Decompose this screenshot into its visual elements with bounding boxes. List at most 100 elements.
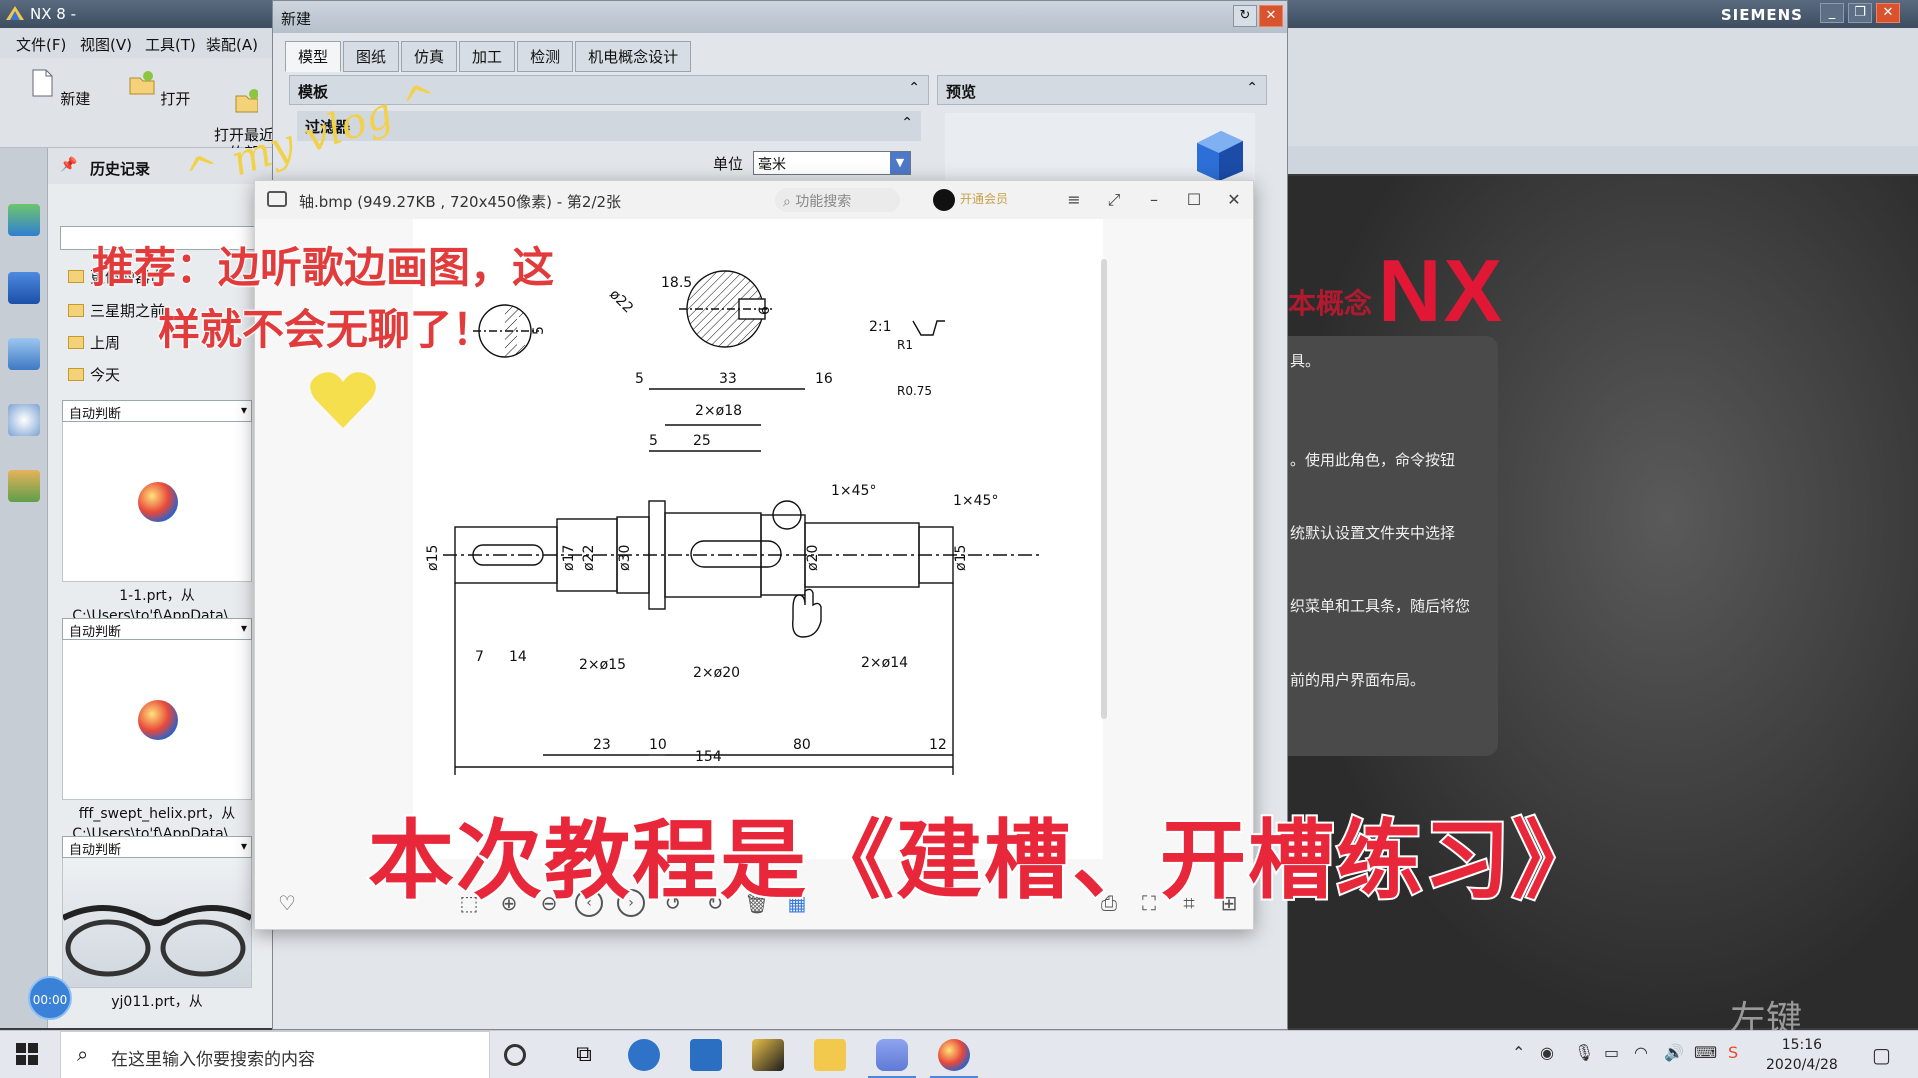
open-button[interactable]: 打开	[124, 68, 194, 109]
favorite-icon[interactable]: ♡	[273, 889, 301, 917]
photo-viewer-icon[interactable]	[868, 1039, 916, 1078]
drawing-image: 18.5 ø22 6 5 2:1 R1 R0.75 5 33 16 2×ø18 …	[413, 219, 1103, 859]
notification-icon[interactable]: ▢	[1872, 1043, 1891, 1067]
menu-view[interactable]: 视图(V)	[80, 34, 132, 55]
nx-concept-text: 本概念	[1288, 287, 1373, 320]
tab-inspection[interactable]: 检测	[517, 41, 574, 72]
recording-timer[interactable]: 00:00	[28, 976, 72, 1020]
dim-phi22-section: ø22	[606, 287, 636, 317]
avatar[interactable]	[933, 189, 955, 211]
history-card[interactable]: 自动判断 fff_swept_helix.prt，从 C:\Users\to'f…	[62, 618, 252, 844]
microphone-icon[interactable]: 🎙	[1574, 1043, 1594, 1062]
ribbon-right	[1288, 28, 1918, 174]
history-folder[interactable]: 上周	[68, 332, 120, 358]
tab-model[interactable]: 模型	[285, 41, 342, 72]
vip-badge[interactable]: 开通会员	[960, 190, 1008, 207]
roles-icon[interactable]	[8, 470, 40, 502]
tray-expand-icon[interactable]: ⌃	[1512, 1043, 1525, 1062]
preview-label: 预览	[946, 83, 977, 101]
shaft-drawing: 18.5 ø22 6 5 2:1 R1 R0.75 5 33 16 2×ø18 …	[425, 270, 1043, 775]
edge-icon[interactable]	[628, 1039, 660, 1071]
keyboard-icon[interactable]: ⌨	[1694, 1043, 1717, 1062]
clock-date: 2020/4/28	[1766, 1057, 1838, 1073]
collapse-icon[interactable]: ⌃	[908, 80, 920, 96]
nx-taskbar-icon[interactable]	[930, 1039, 978, 1078]
menu-tools[interactable]: 工具(T)	[145, 34, 196, 55]
restore-button[interactable]: ❐	[1848, 3, 1872, 23]
network-icon[interactable]: ◠	[1634, 1043, 1648, 1062]
info-line: 具。	[1290, 352, 1321, 370]
dim-5-second: 5	[649, 433, 658, 449]
folder-icon	[68, 270, 84, 283]
preview-section-header[interactable]: 预览 ⌃	[937, 75, 1267, 105]
open-label: 打开	[160, 90, 191, 108]
collapse-icon[interactable]: ⌃	[1246, 80, 1258, 96]
close-button[interactable]: ✕	[1876, 3, 1900, 23]
minimize-icon[interactable]: –	[1143, 189, 1165, 211]
tab-drawing[interactable]: 图纸	[343, 41, 400, 72]
windows-start-icon[interactable]	[16, 1043, 38, 1065]
dim-10: 10	[649, 737, 667, 753]
pen-tool-icon[interactable]	[752, 1039, 784, 1071]
feature-search-field[interactable]: ⌕ 功能搜索	[775, 188, 900, 212]
clock[interactable]: 15:16 2020/4/28	[1766, 1035, 1838, 1075]
input-method-icon[interactable]: S	[1728, 1043, 1738, 1062]
card-caption: yj011.prt，从	[111, 994, 203, 1010]
tab-mechatronics[interactable]: 机电概念设计	[575, 41, 692, 72]
dim-33: 33	[719, 371, 737, 387]
dim-phi22: ø22	[581, 545, 597, 571]
battery-icon[interactable]: ▭	[1604, 1043, 1619, 1062]
cortana-icon[interactable]	[504, 1044, 526, 1066]
nx-logo: NX	[1378, 241, 1505, 340]
task-view-icon[interactable]: ⧉	[568, 1039, 600, 1071]
dim-2x-phi15: 2×ø15	[579, 657, 626, 673]
history-clock-icon[interactable]	[8, 404, 40, 436]
minimize-button[interactable]: _	[1820, 3, 1844, 23]
card-dropdown[interactable]: 自动判断	[62, 400, 252, 422]
menu-bar: 文件(F) 视图(V) 工具(T) 装配(A)	[0, 28, 272, 58]
taskbar-search[interactable]: ⌕ 在这里输入你要搜索的内容	[60, 1031, 490, 1078]
new-file-icon	[32, 69, 53, 97]
info-line: 统默认设置文件夹中选择	[1290, 524, 1456, 542]
history-card[interactable]: 自动判断 yj011.prt，从	[61, 836, 253, 1012]
dim-phi30: ø30	[617, 545, 633, 571]
recommend-line-2: 样就不会无聊了！	[157, 304, 495, 355]
card-thumbnail[interactable]	[62, 422, 252, 582]
tab-manufacturing[interactable]: 加工	[459, 41, 516, 72]
taskbar: ⌕ 在这里输入你要搜索的内容 ⧉ ⌃ ◉ 🎙 ▭ ◠ 🔊 ⌨ S 15:16 2…	[0, 1030, 1918, 1078]
card-thumbnail[interactable]	[62, 640, 252, 800]
menu-file[interactable]: 文件(F)	[16, 34, 66, 55]
fullscreen-icon[interactable]: ⤢	[1103, 189, 1125, 211]
constraint-navigator-icon[interactable]	[8, 272, 40, 304]
reset-icon[interactable]: ↻	[1233, 5, 1257, 27]
tab-simulation[interactable]: 仿真	[401, 41, 458, 72]
volume-icon[interactable]: 🔊	[1664, 1043, 1684, 1062]
dim-r1: R1	[897, 338, 913, 352]
taskbar-search-text: 在这里输入你要搜索的内容	[111, 1050, 315, 1070]
scrollbar[interactable]	[1101, 259, 1107, 719]
units-select[interactable]: 毫米 ▼	[753, 151, 911, 175]
siemens-brand: SIEMENS	[1720, 6, 1803, 24]
part-navigator-icon[interactable]	[8, 338, 40, 370]
close-icon[interactable]: ✕	[1223, 189, 1245, 211]
collapse-icon[interactable]: ⌃	[901, 115, 913, 131]
dropdown-arrow-icon[interactable]: ▼	[890, 152, 910, 174]
file-explorer-icon[interactable]	[814, 1039, 846, 1071]
menu-assembly[interactable]: 装配(A)	[206, 34, 258, 55]
pin-icon[interactable]: 📌	[60, 157, 77, 173]
card-thumbnail[interactable]	[61, 858, 253, 988]
history-folder[interactable]: 三星期之前	[68, 300, 165, 326]
card-dropdown[interactable]: 自动判断	[62, 836, 252, 858]
history-folder[interactable]: 今天	[68, 364, 120, 390]
new-button[interactable]: 新建	[24, 68, 94, 109]
dim-7: 7	[475, 649, 484, 665]
info-line: 织菜单和工具条，随后将您	[1290, 597, 1471, 615]
menu-icon[interactable]: ≡	[1063, 189, 1085, 211]
qq-icon[interactable]: ◉	[1540, 1043, 1554, 1062]
maximize-icon[interactable]: ☐	[1183, 189, 1205, 211]
card-dropdown[interactable]: 自动判断	[62, 618, 252, 640]
mail-icon[interactable]	[690, 1039, 722, 1071]
dialog-close-button[interactable]: ✕	[1259, 5, 1283, 27]
history-card[interactable]: 自动判断 1-1.prt，从 C:\Users\to'f\AppData\...	[62, 400, 252, 626]
assembly-navigator-icon[interactable]	[8, 204, 40, 236]
